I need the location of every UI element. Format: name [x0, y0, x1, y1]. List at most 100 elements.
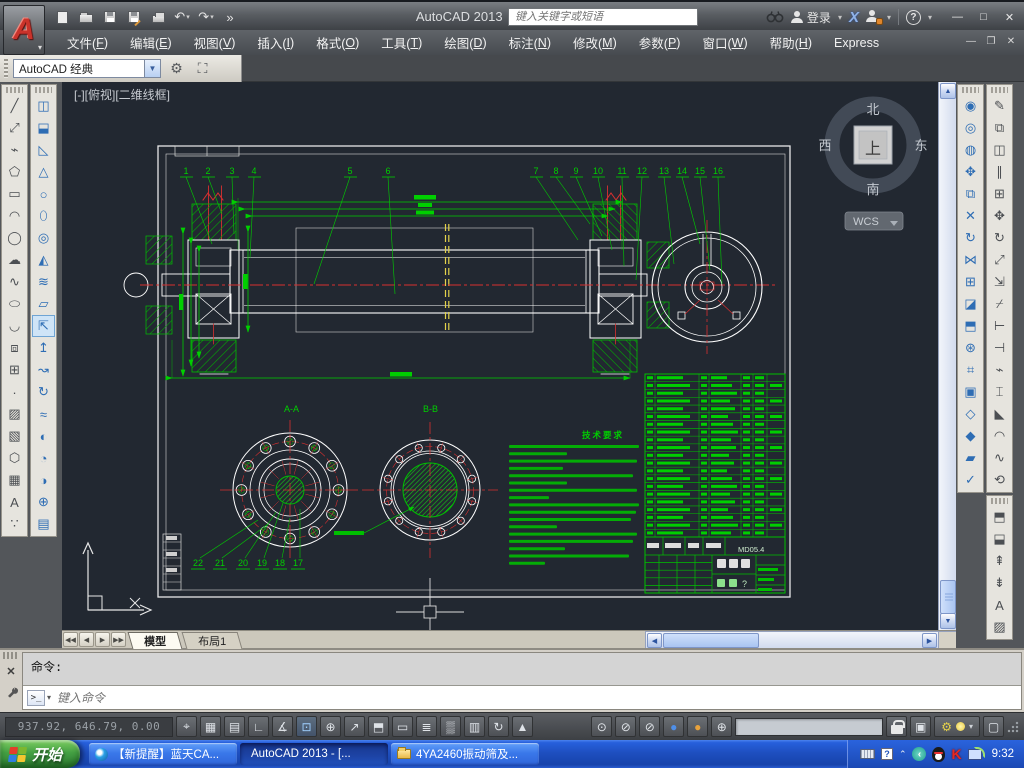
tool-check[interactable]: ✓ — [959, 469, 982, 491]
horizontal-scrollbar[interactable]: ◀ ▶ — [645, 631, 938, 648]
workspace-switching-button[interactable]: ⚙▾ — [934, 716, 980, 737]
tool-torus[interactable]: ◎ — [32, 227, 55, 249]
doc-minimize-button[interactable]: — — [962, 33, 980, 49]
menu-window[interactable]: 窗口(W) — [691, 30, 758, 55]
status-vs-shaded[interactable]: ● — [663, 716, 684, 737]
tool-insert-block[interactable]: ⧈ — [3, 337, 26, 359]
tool-scale[interactable]: ⤢ — [988, 249, 1011, 271]
clock[interactable]: 9:32 — [992, 748, 1014, 760]
search-icon[interactable] — [766, 10, 784, 24]
qat-plot-button[interactable] — [148, 7, 168, 27]
tool-bring-to-front[interactable]: ⬒ — [988, 506, 1011, 528]
tool-point-style[interactable]: ∵ — [3, 513, 26, 535]
start-button[interactable]: 开始 — [0, 740, 80, 768]
tool-pyramid[interactable]: ◭ — [32, 249, 55, 271]
tool-3d-copy[interactable]: ⧉ — [959, 183, 982, 205]
tool-3d-erase[interactable]: ✕ — [959, 205, 982, 227]
tool-rectangle[interactable]: ▭ — [3, 183, 26, 205]
coordinates-readout[interactable]: 937.92, 646.79, 0.00 — [5, 717, 173, 737]
menu-format[interactable]: 格式(O) — [305, 30, 370, 55]
minimize-button[interactable]: — — [945, 8, 970, 26]
tool-stretch[interactable]: ⇲ — [988, 271, 1011, 293]
tool-offset[interactable]: ∥ — [988, 161, 1011, 183]
app-menu-button[interactable]: A ▾ — [3, 5, 45, 55]
status-selection-cycling[interactable]: ↻ — [488, 716, 509, 737]
customize-wrench-icon[interactable] — [3, 683, 19, 699]
tool-press-pull[interactable]: ⇱ — [32, 315, 55, 337]
toolbar-grip[interactable] — [35, 87, 52, 93]
drawing-canvas[interactable]: [-][俯视][二维线框] — [62, 82, 938, 630]
tool-slice[interactable]: ◪ — [959, 293, 982, 315]
tool-bring-above[interactable]: ⇞ — [988, 550, 1011, 572]
qq-tray-icon[interactable] — [932, 747, 945, 762]
tool-polyline[interactable]: ⌁ — [3, 139, 26, 161]
ucs-icon-button[interactable]: ⛶ — [192, 58, 213, 79]
chevron-down-icon[interactable]: ▾ — [928, 13, 932, 22]
status-annotation-zoom[interactable]: ⊙ — [591, 716, 612, 737]
antivirus-tray-icon[interactable]: K — [951, 746, 961, 762]
qat-open-button[interactable] — [76, 7, 96, 27]
tool-ellipse[interactable]: ⬭ — [3, 293, 26, 315]
command-input[interactable] — [55, 690, 1017, 706]
tool-3d-swivel[interactable]: ⟲ — [988, 469, 1011, 491]
tool-rotate[interactable]: ↻ — [988, 227, 1011, 249]
menu-insert[interactable]: 插入(I) — [246, 30, 305, 55]
status-quick-properties[interactable]: ▥ — [464, 716, 485, 737]
vertical-scroll-thumb[interactable] — [940, 580, 956, 614]
tab-first-button[interactable]: ◀◀ — [63, 632, 78, 647]
workspace-settings-button[interactable]: ⚙ — [166, 58, 187, 79]
chevron-down-icon[interactable]: ▾ — [838, 13, 842, 22]
tool-revolve[interactable]: ↻ — [32, 381, 55, 403]
tool-planar-surface[interactable]: ▱ — [32, 293, 55, 315]
tool-3d-move[interactable]: ✥ — [959, 161, 982, 183]
menu-modify[interactable]: 修改(M) — [562, 30, 628, 55]
tool-gradient[interactable]: ▧ — [3, 425, 26, 447]
tool-make-block[interactable]: ⊞ — [3, 359, 26, 381]
tool-line[interactable]: ╱ — [3, 95, 26, 117]
browser-tray-icon[interactable]: ‹ — [912, 747, 926, 761]
viewport-label[interactable]: [-][俯视][二维线框] — [74, 87, 170, 102]
chevron-down-icon[interactable]: ▼ — [144, 60, 160, 77]
panel-grip[interactable] — [3, 652, 19, 659]
wcs-menu[interactable]: WCS — [845, 212, 903, 230]
tool-region[interactable]: ⬡ — [3, 447, 26, 469]
close-button[interactable]: ✕ — [997, 8, 1022, 26]
status-object-snap[interactable]: ⊡ — [296, 716, 317, 737]
menu-draw[interactable]: 绘图(D) — [433, 30, 497, 55]
menu-express[interactable]: Express — [823, 30, 890, 55]
menu-dimension[interactable]: 标注(N) — [498, 30, 562, 55]
tool-copy[interactable]: ⧉ — [988, 117, 1011, 139]
qat-save-as-button[interactable] — [124, 7, 144, 27]
menu-edit[interactable]: 编辑(E) — [119, 30, 183, 55]
tool-box[interactable]: ⬓ — [32, 117, 55, 139]
ime-help-tray-icon[interactable]: ? — [881, 748, 893, 760]
toolbar-grip[interactable] — [6, 87, 23, 93]
status-infer-constraints[interactable]: ⌖ — [176, 716, 197, 737]
toolbar-grip[interactable] — [962, 87, 979, 93]
clean-screen-button[interactable]: ▢ — [983, 716, 1004, 737]
tab-layout1[interactable]: 布局1 — [182, 632, 243, 649]
tool-intersect[interactable]: ◍ — [959, 139, 982, 161]
tab-next-button[interactable]: ▶ — [95, 632, 110, 647]
keyboard-tray-icon[interactable] — [860, 749, 875, 759]
tool-3d-array[interactable]: ⊞ — [959, 271, 982, 293]
tool-mirror[interactable]: ◫ — [988, 139, 1011, 161]
command-history[interactable]: 命令: — [23, 653, 1021, 685]
tool-helix[interactable]: ≋ — [32, 271, 55, 293]
tool-subtract[interactable]: ◔ — [32, 447, 55, 469]
status-dynamic-ucs[interactable]: ⬒ — [368, 716, 389, 737]
status-vs-2d-wireframe[interactable]: ⊘ — [615, 716, 636, 737]
tool-point[interactable]: · — [3, 381, 26, 403]
tool-3d-rotate[interactable]: ↻ — [959, 227, 982, 249]
tab-prev-button[interactable]: ◀ — [79, 632, 94, 647]
tool-hatch-to-back[interactable]: ▨ — [988, 616, 1011, 638]
vertical-scrollbar[interactable]: ▲ ▼ — [938, 82, 956, 630]
qat-save-button[interactable] — [100, 7, 120, 27]
tool-send-to-back[interactable]: ⬓ — [988, 528, 1011, 550]
status-3d-object-snap[interactable]: ⊕ — [320, 716, 341, 737]
scroll-up-button[interactable]: ▲ — [940, 83, 956, 99]
status-vs-custom[interactable]: ⊕ — [711, 716, 732, 737]
scroll-left-button[interactable]: ◀ — [647, 633, 662, 648]
tool-convert-to-surface[interactable]: ◇ — [959, 403, 982, 425]
qat-undo-button[interactable]: ↶▾ — [172, 7, 192, 27]
